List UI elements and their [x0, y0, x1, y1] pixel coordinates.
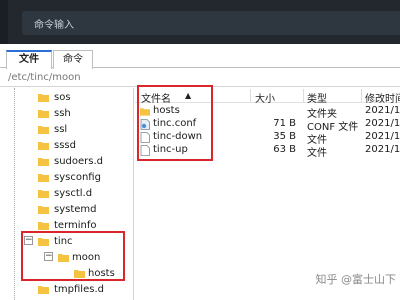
- tree-item-tmpfiles-d[interactable]: tmpfiles.d: [0, 282, 130, 298]
- file-size: 63 B: [273, 144, 296, 155]
- command-bar: 命令输入: [0, 0, 400, 44]
- file-modified: 2021/1(: [365, 118, 400, 129]
- file-modified: 2021/1(: [365, 144, 400, 155]
- current-path: /etc/tinc/moon: [8, 72, 81, 83]
- column-header-type[interactable]: 类型: [307, 90, 327, 105]
- tree-item-label: sysconfig: [54, 172, 101, 183]
- tree-item-label: sssd: [54, 140, 76, 151]
- command-input[interactable]: 命令输入: [22, 11, 400, 35]
- tab-bar: 文件 命令: [0, 44, 400, 69]
- file-size: 35 B: [273, 131, 296, 142]
- folder-icon: [38, 94, 49, 102]
- tree-item-label: ssl: [54, 124, 68, 135]
- tab-files[interactable]: 文件: [6, 50, 52, 69]
- tree-item-sos[interactable]: sos: [0, 90, 130, 106]
- watermark: 知乎 @富士山下: [315, 273, 397, 286]
- folder-icon: [38, 206, 49, 214]
- tree-item-systemd[interactable]: systemd: [0, 202, 130, 218]
- tree-item-label: sysctl.d: [54, 188, 93, 199]
- file-list-highlight-box: [137, 85, 213, 161]
- folder-icon: [38, 110, 49, 118]
- command-input-placeholder: 命令输入: [34, 20, 74, 31]
- folder-icon: [38, 174, 49, 182]
- column-divider[interactable]: [361, 89, 362, 102]
- folder-icon: [38, 222, 49, 230]
- column-divider[interactable]: [250, 89, 251, 102]
- tree-item-sysconfig[interactable]: sysconfig: [0, 170, 130, 186]
- file-modified: 2021/1(: [365, 105, 400, 116]
- file-modified: 2021/1(: [365, 131, 400, 142]
- tree-item-ssh[interactable]: ssh: [0, 106, 130, 122]
- column-divider[interactable]: [303, 89, 304, 102]
- tree-item-sysctl-d[interactable]: sysctl.d: [0, 186, 130, 202]
- tree-item-label: systemd: [54, 204, 97, 215]
- folder-icon: [38, 286, 49, 294]
- tree-item-sssd[interactable]: sssd: [0, 138, 130, 154]
- folder-icon: [38, 158, 49, 166]
- tree-item-sudoers-d[interactable]: sudoers.d: [0, 154, 130, 170]
- tree-highlight-box: [21, 231, 125, 281]
- file-list[interactable]: 文件名 ▲ 大小 类型 修改时间 hosts 文件夹 2021/1( tinc.…: [135, 85, 400, 300]
- tree-item-ssl[interactable]: ssl: [0, 122, 130, 138]
- tree-item-label: ssh: [54, 108, 71, 119]
- tree-item-label: terminfo: [54, 220, 97, 231]
- file-size: 71 B: [273, 118, 296, 129]
- command-bar-edge: [0, 0, 8, 44]
- tree-item-label: sudoers.d: [54, 156, 104, 167]
- folder-icon: [38, 142, 49, 150]
- file-type: 文件: [307, 148, 327, 159]
- tree-item-label: sos: [54, 92, 71, 103]
- folder-icon: [38, 126, 49, 134]
- column-header-modified[interactable]: 修改时间: [365, 90, 400, 105]
- tab-commands[interactable]: 命令: [53, 50, 93, 69]
- folder-icon: [38, 190, 49, 198]
- tree-item-label: tmpfiles.d: [54, 284, 104, 295]
- directory-tree[interactable]: sos ssh ssl sssd sudoers.d sysconfig sys…: [0, 88, 134, 300]
- column-header-size[interactable]: 大小: [255, 90, 275, 105]
